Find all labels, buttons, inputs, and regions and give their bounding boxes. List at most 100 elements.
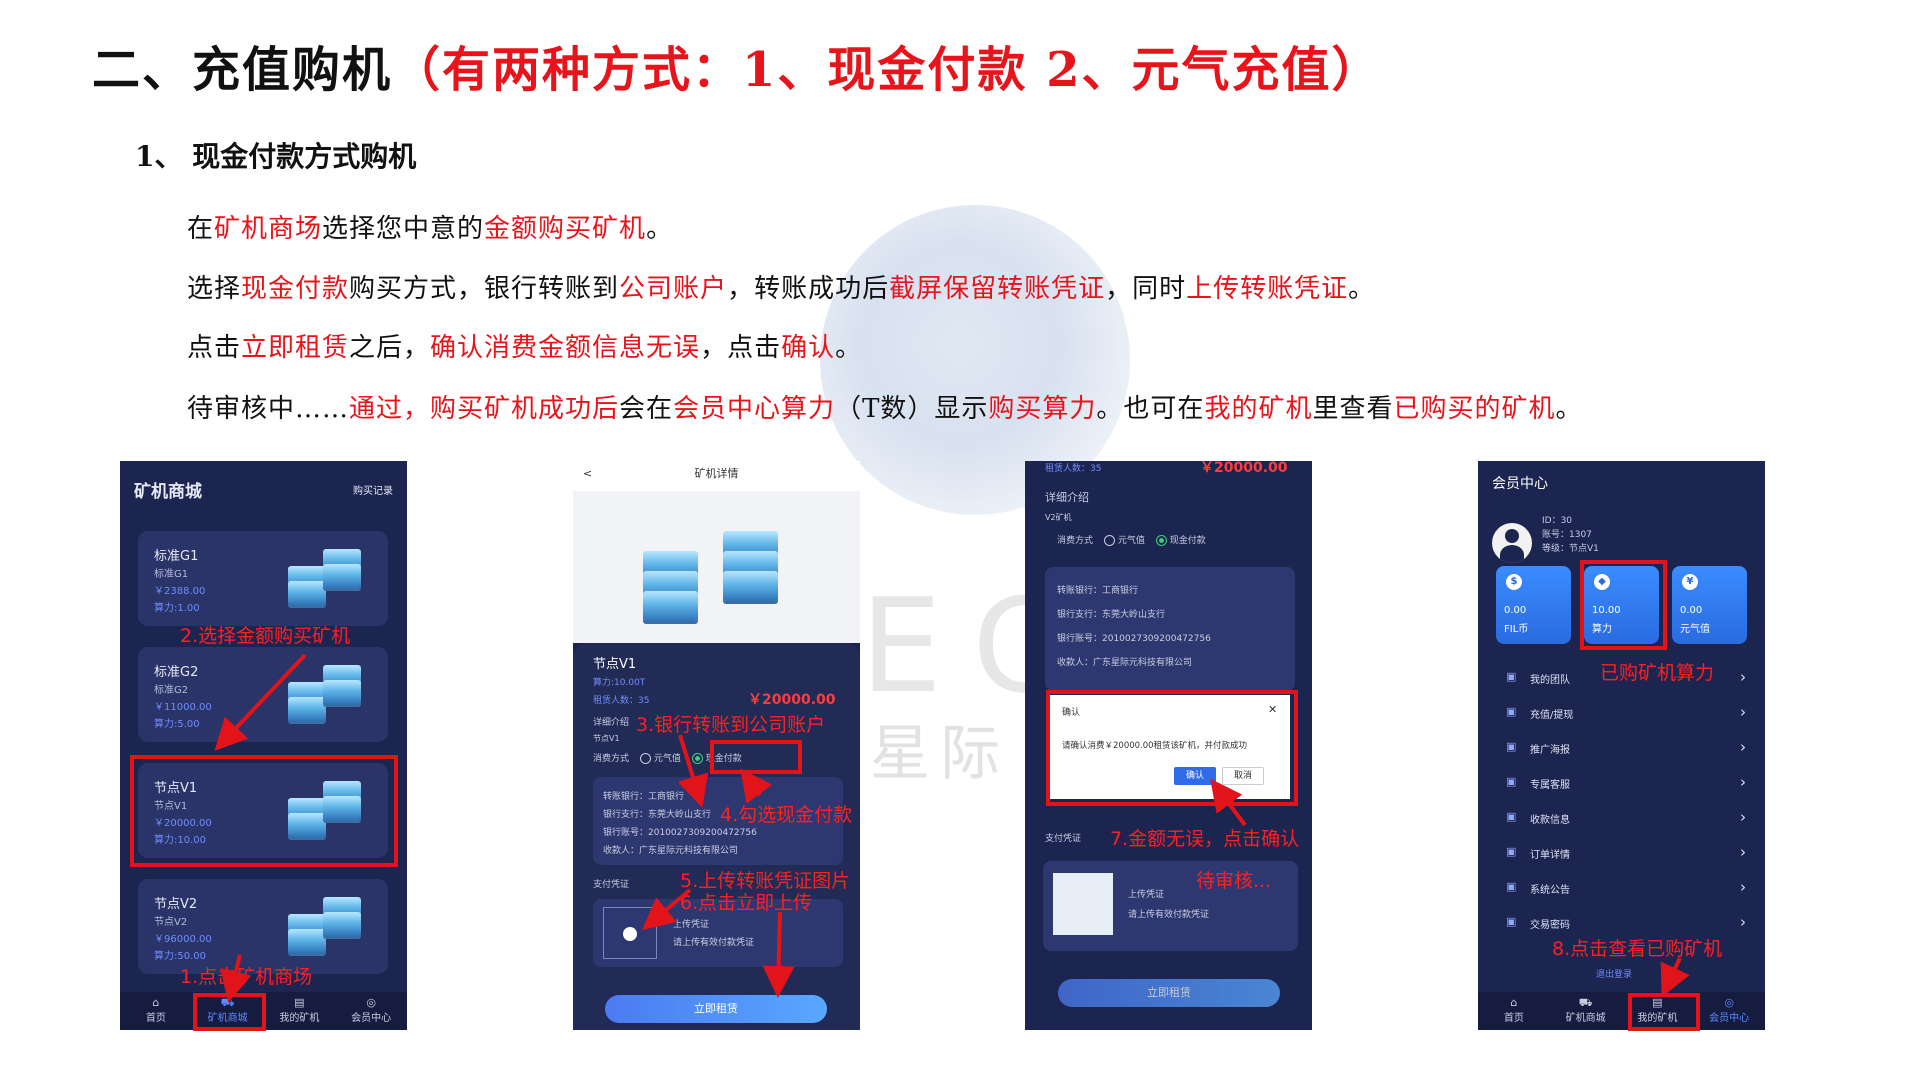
order-icon: ▣ [1506, 845, 1517, 858]
box-icon: ▤ [294, 996, 305, 1009]
card-power: 算力:1.00 [154, 603, 200, 614]
tab-member-center[interactable]: ◎ 会员中心 [335, 992, 407, 1030]
watermark-cn: 星际 [870, 719, 1010, 789]
text-span: 。也可在 [1096, 394, 1205, 424]
voucher-label: 支付凭证 [593, 880, 630, 890]
miner-card-v2[interactable]: 节点V2 节点V2 ￥96000.00 算力:50.00 [138, 879, 388, 974]
heading-paren-text: （有两种方式：1、现金付款 2、元气充值） [392, 42, 1382, 98]
chat-icon: ▣ [1506, 775, 1517, 788]
bank-line: 银行支行：东莞大岭山支行 [603, 810, 712, 820]
bank-line: 转账银行：工商银行 [1057, 586, 1139, 596]
miner-price: ￥20000.00 [1200, 461, 1288, 476]
main-heading: 二、充值购机（有两种方式：1、现金付款 2、元气充值） [92, 30, 1382, 100]
sub-heading: 1、 现金付款方式购机 [135, 140, 417, 173]
chevron-right-icon: › [1740, 913, 1746, 931]
miner-image [573, 491, 860, 643]
tab-label: 矿机商城 [1565, 1013, 1606, 1024]
team-icon: ▣ [1506, 670, 1517, 683]
server-stack-icon [288, 697, 326, 721]
tab-label: 首页 [145, 1013, 166, 1024]
tab-member-center[interactable]: ◎ 会员中心 [1693, 992, 1765, 1030]
paragraph-2: 选择现金付款购买方式，银行转账到公司账户，转账成功后截屏保留转账凭证，同时上传转… [187, 268, 1375, 305]
fil-balance-tile[interactable]: $ 0.00 FIL币 [1496, 566, 1571, 644]
user-icon: ◎ [1724, 996, 1734, 1009]
avatar [1492, 523, 1532, 563]
menu-promo-poster[interactable]: ▣ 推广海报 › [1506, 738, 1746, 758]
upload-image-slot[interactable] [603, 907, 657, 959]
tile-label: FIL币 [1504, 624, 1529, 635]
tab-label: 首页 [1503, 1013, 1524, 1024]
menu-announcement[interactable]: ▣ 系统公告 › [1506, 878, 1746, 898]
notice-icon: ▣ [1506, 880, 1517, 893]
detail-title: 矿机详情 [694, 467, 739, 480]
highlight-span: 购买算力 [988, 394, 1097, 424]
radio-cash[interactable] [691, 753, 703, 764]
highlight-span: 会员中心算力 [673, 394, 836, 424]
bank-line: 转账银行：工商银行 [603, 792, 685, 802]
chevron-right-icon: › [1740, 808, 1746, 826]
highlight-span: 矿机商场 [214, 214, 323, 244]
tab-home[interactable]: ⌂ 首页 [1478, 992, 1550, 1030]
tab-label: 会员中心 [351, 1013, 392, 1024]
miner-name: 节点V1 [593, 657, 637, 672]
highlight-span: 通过，购买矿机成功后 [349, 394, 620, 424]
highlight-span: 现金付款 [241, 274, 350, 304]
card-name: 标准G2 [154, 665, 199, 680]
menu-label: 充值/提现 [1530, 710, 1574, 721]
miner-card-g1[interactable]: 标准G1 标准G1 ￥2388.00 算力:1.00 [138, 531, 388, 626]
text-span: 。 [1555, 394, 1583, 424]
detail-sub: V2矿机 [1045, 513, 1072, 522]
paragraph-4: 待审核中……通过，购买矿机成功后会在会员中心算力（T数）显示购买算力。也可在我的… [187, 388, 1583, 425]
tab-mining-store[interactable]: ⛟ 矿机商城 [1550, 992, 1622, 1030]
camera-icon [623, 927, 637, 941]
user-level: 等级：节点V1 [1542, 544, 1599, 554]
tab-my-miners[interactable]: ▤ 我的矿机 [264, 992, 336, 1030]
highlight-box-store-tab [193, 993, 266, 1031]
rent-now-button[interactable]: 立即租赁 [1058, 979, 1280, 1007]
radio-yuanqi[interactable] [1103, 535, 1115, 546]
annotation-step-4: 4.勾选现金付款 [720, 804, 853, 826]
detail-sheet: 节点V1 算力:10.00T 租赁人数：35 ￥20000.00 详细介绍 节点… [573, 643, 860, 1030]
menu-support[interactable]: ▣ 专属客服 › [1506, 773, 1746, 793]
highlight-box-hashpower [1580, 560, 1667, 650]
chevron-right-icon: › [1740, 843, 1746, 861]
yuanqi-tile[interactable]: ¥ 0.00 元气值 [1672, 566, 1747, 644]
paragraph-1: 在矿机商场选择您中意的金额购买矿机。 [187, 208, 673, 245]
back-icon[interactable]: < [583, 461, 592, 487]
text-span: 待审核中…… [187, 394, 350, 424]
server-stack-icon [643, 591, 698, 621]
store-header: 矿机商城 购买记录 [120, 461, 407, 517]
purchase-record-link[interactable]: 购买记录 [353, 482, 393, 497]
card-name: 节点V2 [154, 897, 198, 912]
bank-line: 银行账号：2010027309200472756 [1057, 634, 1211, 644]
radio-cash[interactable] [1155, 535, 1167, 546]
highlight-span: 公司账户 [619, 274, 728, 304]
rent-now-button[interactable]: 立即租赁 [605, 995, 827, 1023]
highlight-span: 金额购买矿机 [484, 214, 647, 244]
yen-icon: ¥ [1682, 574, 1698, 590]
paragraph-3: 点击立即租赁之后，确认消费金额信息无误，点击确认。 [187, 327, 862, 364]
radio-yuanqi[interactable] [639, 753, 651, 764]
upload-title: 上传凭证 [673, 920, 710, 930]
card-sub: 节点V2 [154, 917, 188, 928]
card-sub: 标准G2 [154, 685, 189, 696]
tab-home[interactable]: ⌂ 首页 [120, 992, 192, 1030]
menu-recharge-withdraw[interactable]: ▣ 充值/提现 › [1506, 703, 1746, 723]
chevron-right-icon: › [1740, 773, 1746, 791]
text-span: 。 [646, 214, 674, 244]
menu-payment-info[interactable]: ▣ 收款信息 › [1506, 808, 1746, 828]
server-stack-icon [323, 680, 361, 704]
card-price: ￥2388.00 [154, 586, 206, 597]
menu-order-detail[interactable]: ▣ 订单详情 › [1506, 843, 1746, 863]
miner-card-g2[interactable]: 标准G2 标准G2 ￥11000.00 算力:5.00 [138, 647, 388, 742]
miner-power: 算力:10.00T [593, 678, 646, 688]
logout-link[interactable]: 退出登录 [1596, 967, 1632, 980]
highlight-span: 已购买的矿机 [1393, 394, 1556, 424]
user-account: 账号：1307 [1542, 530, 1592, 540]
menu-label: 交易密码 [1530, 920, 1570, 931]
menu-trade-password[interactable]: ▣ 交易密码 › [1506, 913, 1746, 933]
menu-label: 我的团队 [1530, 675, 1570, 686]
tab-label: 我的矿机 [279, 1013, 320, 1024]
bank-info-box: 转账银行：工商银行 银行支行：东莞大岭山支行 银行账号：201002730920… [1045, 567, 1295, 691]
server-stack-icon [323, 912, 361, 936]
